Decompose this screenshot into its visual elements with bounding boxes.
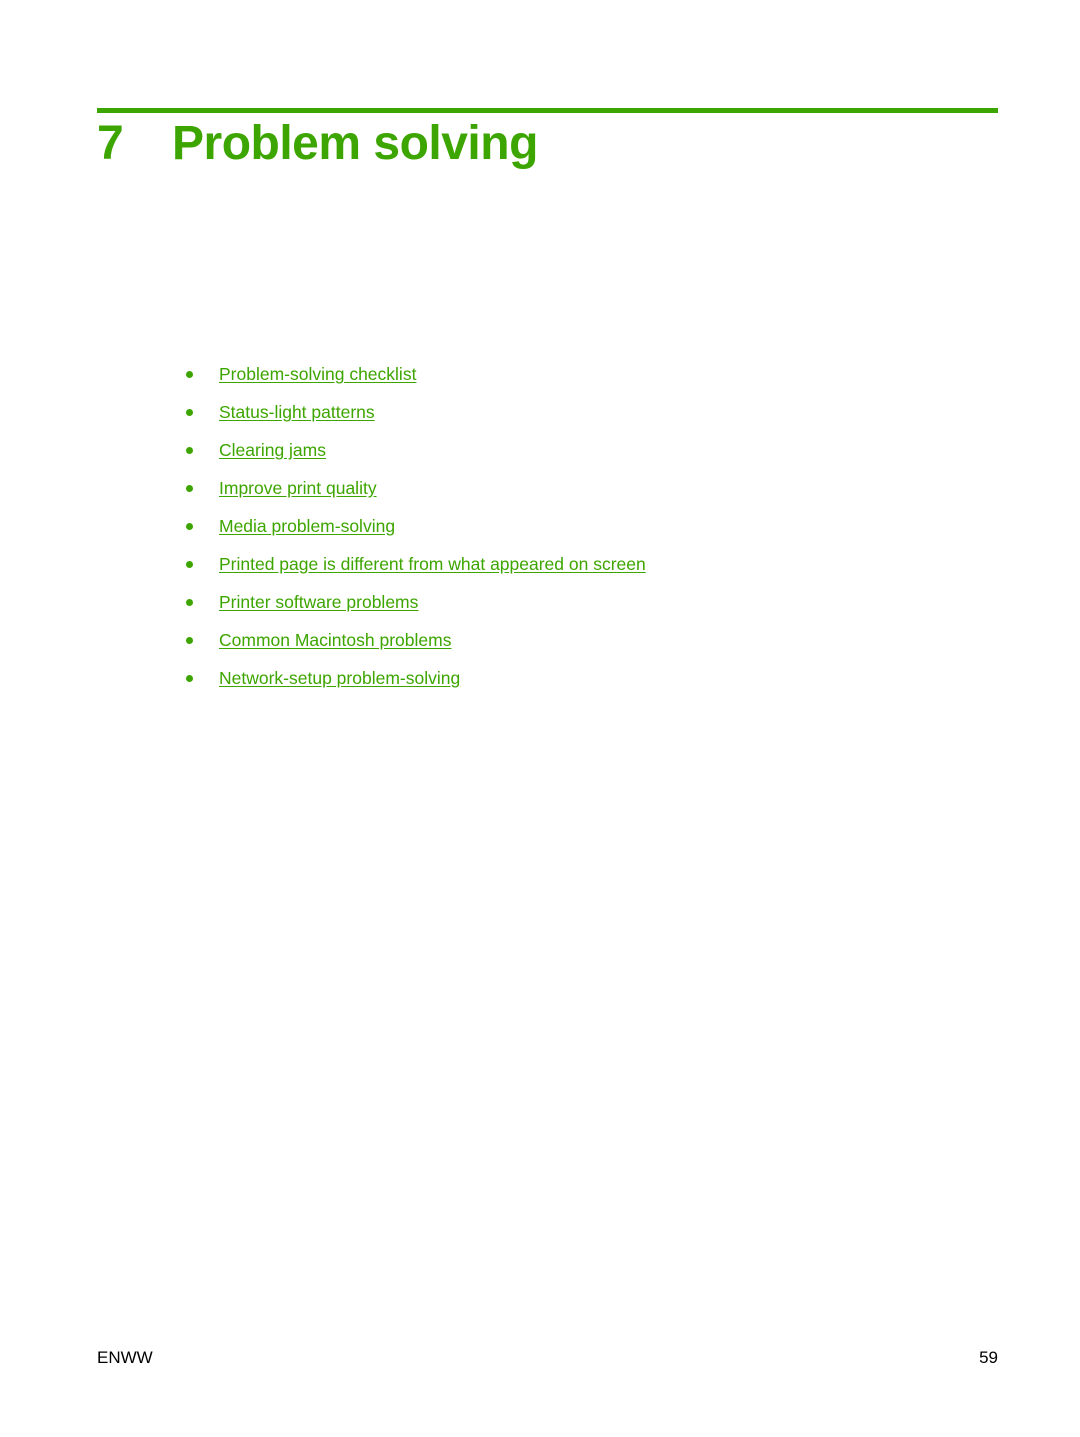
list-item[interactable]: Clearing jams: [186, 440, 986, 478]
bullet-icon: [186, 485, 193, 492]
toc-link[interactable]: Improve print quality: [219, 478, 377, 498]
bullet-icon: [186, 675, 193, 682]
toc-link[interactable]: Common Macintosh problems: [219, 630, 451, 650]
list-item[interactable]: Improve print quality: [186, 478, 986, 516]
toc-link[interactable]: Media problem-solving: [219, 516, 395, 536]
list-item[interactable]: Printer software problems: [186, 592, 986, 630]
bullet-icon: [186, 371, 193, 378]
toc-link[interactable]: Printed page is different from what appe…: [219, 554, 646, 574]
page-number: 59: [979, 1348, 998, 1367]
toc-link[interactable]: Problem-solving checklist: [219, 364, 416, 384]
page-title: 7 Problem solving: [97, 117, 998, 170]
page-footer: ENWW 59: [97, 1348, 998, 1368]
chapter-title: Problem solving: [172, 117, 538, 170]
list-item[interactable]: Status-light patterns: [186, 402, 986, 440]
footer-locale-label: ENWW: [97, 1348, 153, 1367]
chapter-number: 7: [97, 117, 124, 170]
list-item[interactable]: Network-setup problem-solving: [186, 668, 986, 706]
chapter-rule: [97, 108, 998, 113]
list-item[interactable]: Printed page is different from what appe…: [186, 554, 986, 592]
bullet-icon: [186, 523, 193, 530]
bullet-icon: [186, 599, 193, 606]
bullet-icon: [186, 447, 193, 454]
list-item[interactable]: Common Macintosh problems: [186, 630, 986, 668]
toc-link[interactable]: Network-setup problem-solving: [219, 668, 460, 688]
toc-link[interactable]: Status-light patterns: [219, 402, 375, 422]
toc-link[interactable]: Clearing jams: [219, 440, 326, 460]
document-page: 7 Problem solving Problem-solving checkl…: [0, 0, 1080, 1437]
toc-link[interactable]: Printer software problems: [219, 592, 418, 612]
bullet-icon: [186, 637, 193, 644]
list-item[interactable]: Media problem-solving: [186, 516, 986, 554]
chapter-contents-list: Problem-solving checklist Status-light p…: [186, 364, 986, 706]
list-item[interactable]: Problem-solving checklist: [186, 364, 986, 402]
bullet-icon: [186, 561, 193, 568]
bullet-icon: [186, 409, 193, 416]
